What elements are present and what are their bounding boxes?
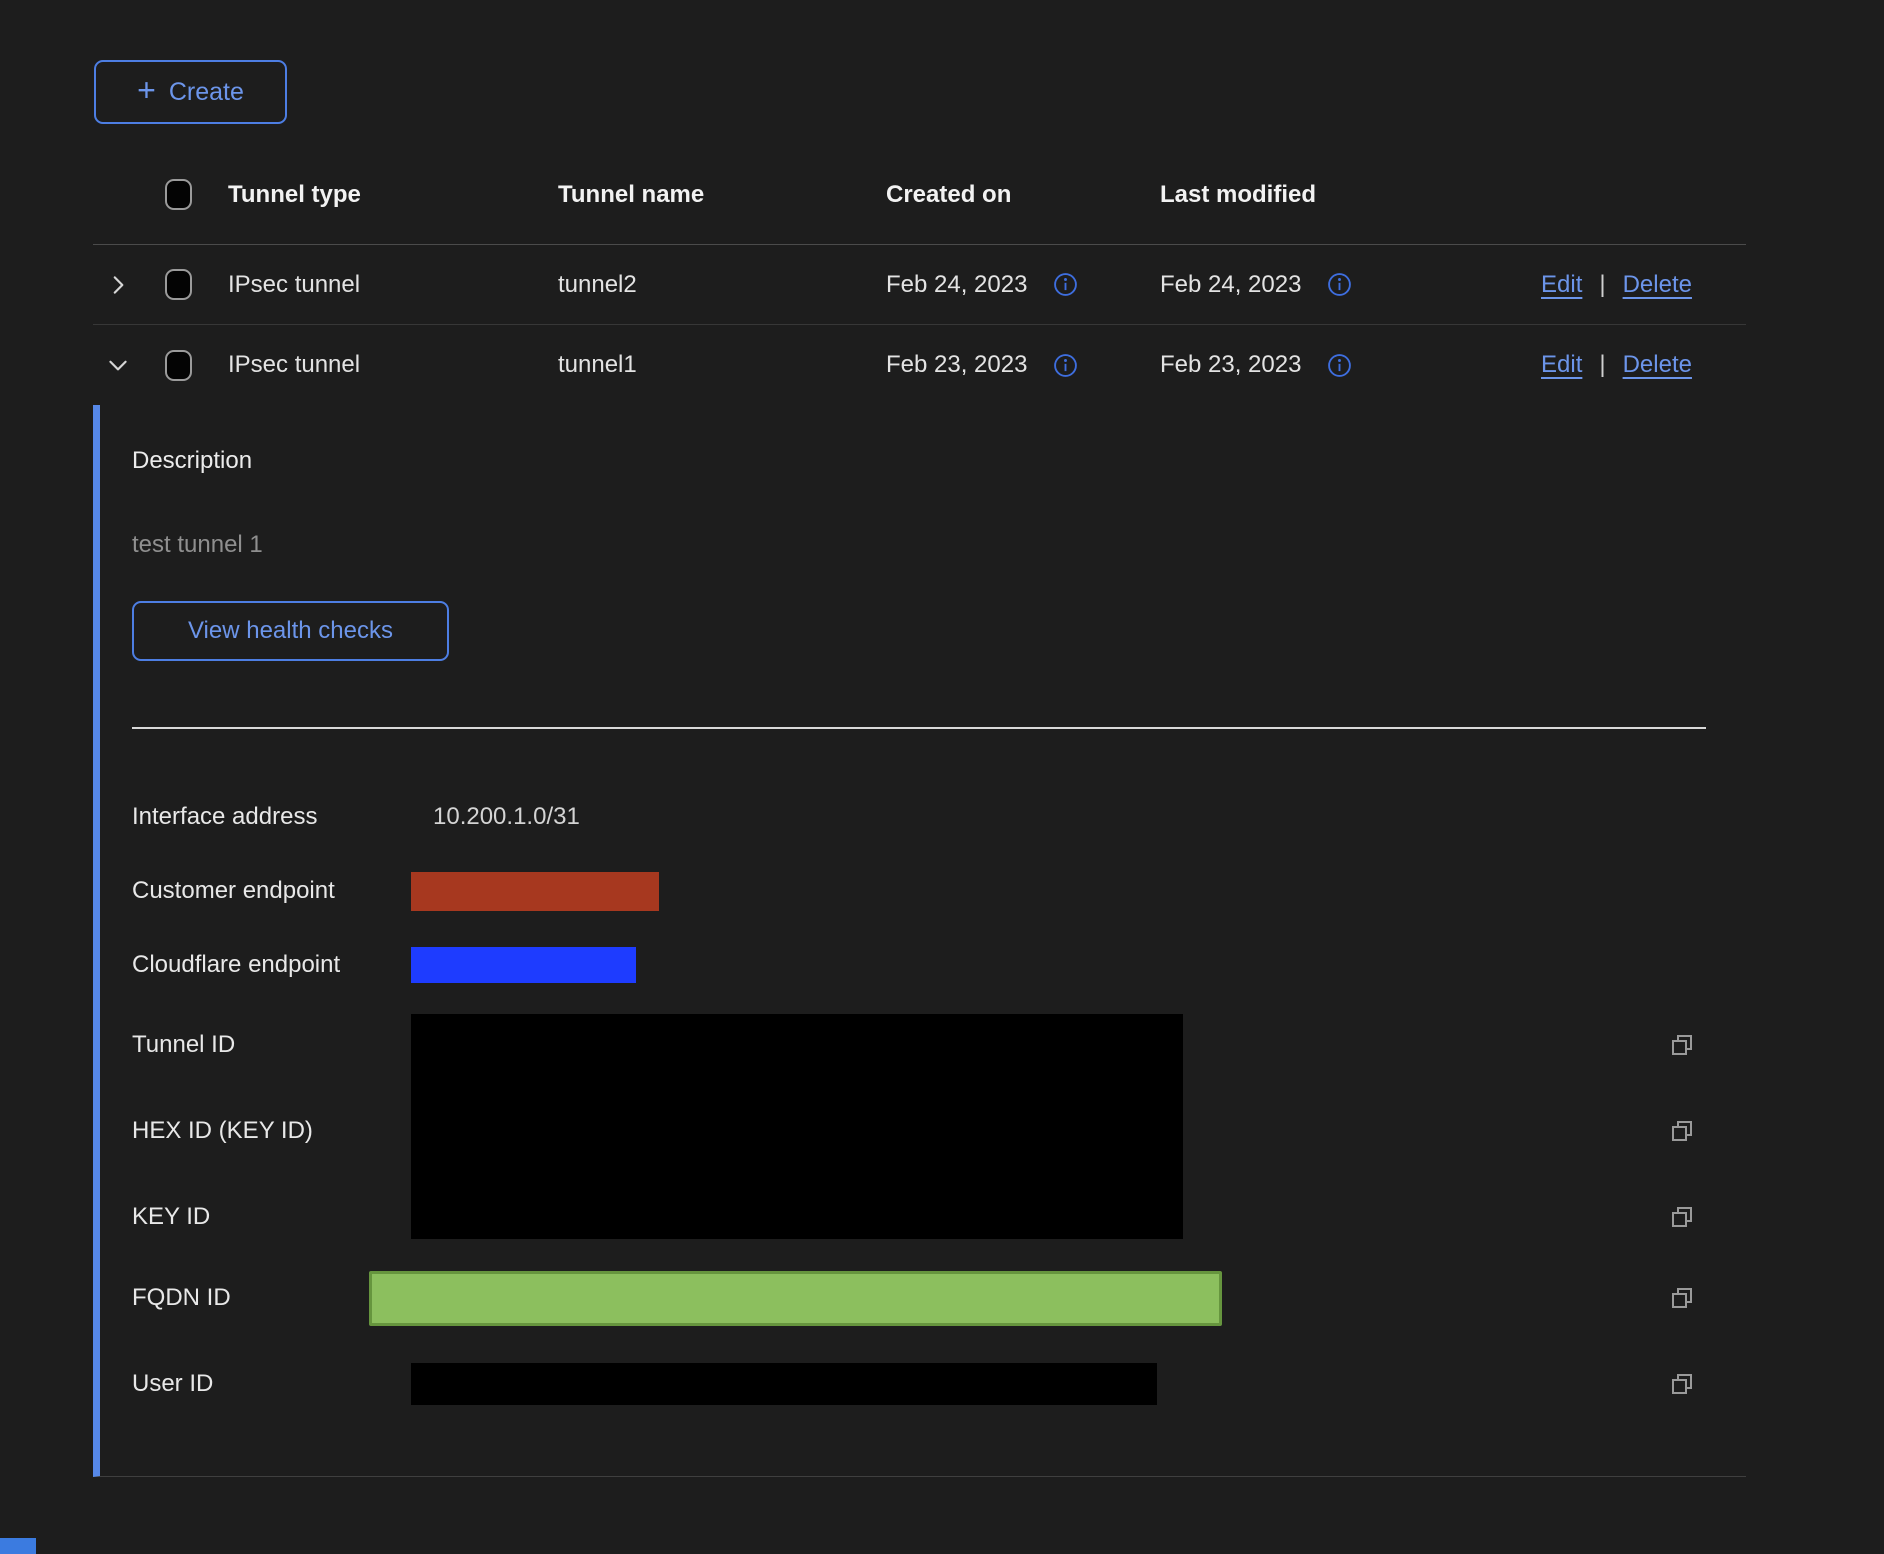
- chevron-down-icon[interactable]: [105, 352, 131, 378]
- ids-redacted-value: [411, 1014, 1183, 1239]
- info-icon[interactable]: [1053, 353, 1078, 378]
- plus-icon: +: [137, 74, 156, 106]
- created-on-value: Feb 24, 2023: [886, 271, 1027, 299]
- view-health-checks-button[interactable]: View health checks: [132, 601, 449, 661]
- copy-icon[interactable]: [1668, 1203, 1696, 1231]
- create-button-label: Create: [169, 78, 244, 107]
- row-checkbox-tunnel2[interactable]: [165, 269, 192, 300]
- description-value: test tunnel 1: [132, 531, 1746, 559]
- tunnel-id-label: Tunnel ID: [132, 1031, 411, 1059]
- info-icon[interactable]: [1327, 272, 1352, 297]
- tunnel-name-cell: tunnel1: [558, 351, 886, 379]
- chevron-right-icon[interactable]: [105, 272, 131, 298]
- customer-endpoint-label: Customer endpoint: [132, 877, 411, 905]
- interface-address-label: Interface address: [132, 803, 411, 831]
- customer-endpoint-row: Customer endpoint: [132, 854, 1696, 928]
- edit-link[interactable]: Edit: [1541, 271, 1582, 299]
- column-header-last-modified: Last modified: [1160, 181, 1541, 209]
- tunnels-table: Tunnel type Tunnel name Created on Last …: [93, 145, 1746, 1477]
- interface-address-row: Interface address 10.200.1.0/31: [132, 780, 1696, 854]
- fqdn-id-redacted-value: [369, 1271, 1222, 1326]
- delete-link[interactable]: Delete: [1623, 351, 1692, 379]
- user-id-label: User ID: [132, 1370, 411, 1398]
- clipped-blue-element: [0, 1538, 36, 1554]
- copy-icon[interactable]: [1668, 1284, 1696, 1312]
- select-all-cell: [165, 179, 228, 210]
- customer-endpoint-redacted-value: [411, 872, 659, 911]
- tunnel-type-cell: IPsec tunnel: [228, 271, 558, 299]
- column-header-tunnel-type: Tunnel type: [228, 181, 558, 209]
- edit-link[interactable]: Edit: [1541, 351, 1582, 379]
- table-row-tunnel1: IPsec tunnel tunnel1 Feb 23, 2023 Feb 23…: [93, 325, 1746, 405]
- key-id-label: KEY ID: [132, 1203, 411, 1231]
- last-modified-value: Feb 23, 2023: [1160, 351, 1301, 379]
- tunnel-type-cell: IPsec tunnel: [228, 351, 558, 379]
- last-modified-value: Feb 24, 2023: [1160, 271, 1301, 299]
- fqdn-id-row: FQDN ID: [132, 1260, 1696, 1336]
- table-header-row: Tunnel type Tunnel name Created on Last …: [93, 145, 1746, 245]
- action-separator: |: [1599, 271, 1605, 299]
- create-button[interactable]: + Create: [94, 60, 287, 124]
- copy-icon[interactable]: [1668, 1117, 1696, 1145]
- info-icon[interactable]: [1327, 353, 1352, 378]
- cloudflare-endpoint-row: Cloudflare endpoint: [132, 928, 1696, 1002]
- user-id-redacted-value: [411, 1363, 1157, 1405]
- cloudflare-endpoint-label: Cloudflare endpoint: [132, 951, 411, 979]
- cloudflare-endpoint-redacted-value: [411, 947, 636, 983]
- delete-link[interactable]: Delete: [1623, 271, 1692, 299]
- created-on-value: Feb 23, 2023: [886, 351, 1027, 379]
- column-header-tunnel-name: Tunnel name: [558, 181, 886, 209]
- user-id-row: User ID: [132, 1346, 1696, 1422]
- tunnel-ids-group: Tunnel ID HEX ID (KEY ID) KEY: [132, 1002, 1746, 1260]
- tunnel-name-cell: tunnel2: [558, 271, 886, 299]
- select-all-checkbox[interactable]: [165, 179, 192, 210]
- section-divider: [132, 727, 1706, 729]
- hex-id-label: HEX ID (KEY ID): [132, 1117, 411, 1145]
- row-checkbox-tunnel1[interactable]: [165, 350, 192, 381]
- copy-icon[interactable]: [1668, 1031, 1696, 1059]
- table-row-tunnel2: IPsec tunnel tunnel2 Feb 24, 2023 Feb 24…: [93, 245, 1746, 325]
- description-label: Description: [132, 405, 1746, 475]
- action-separator: |: [1599, 351, 1605, 379]
- column-header-created-on: Created on: [886, 181, 1160, 209]
- copy-icon[interactable]: [1668, 1370, 1696, 1398]
- tunnel1-expanded-panel: Description test tunnel 1 View health ch…: [93, 405, 1746, 1477]
- interface-address-value: 10.200.1.0/31: [411, 803, 1668, 831]
- info-icon[interactable]: [1053, 272, 1078, 297]
